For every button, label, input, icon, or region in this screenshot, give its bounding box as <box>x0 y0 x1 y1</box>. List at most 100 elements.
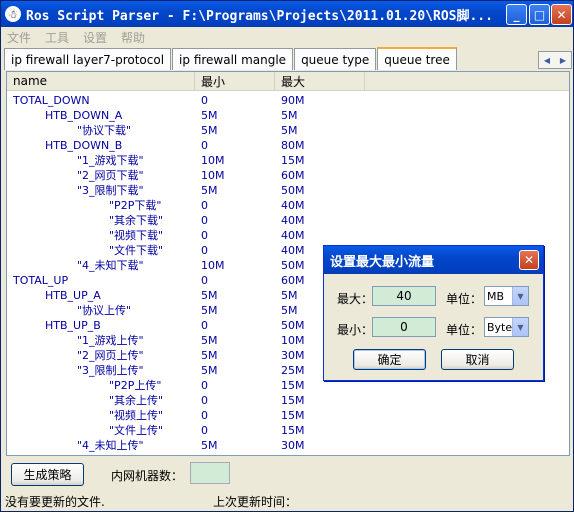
max-value-input[interactable]: 40 <box>372 286 436 306</box>
table-row[interactable]: "视频上传" 0 15M <box>7 408 569 423</box>
maximize-icon: □ <box>533 7 546 22</box>
chevron-down-icon[interactable]: ▼ <box>512 318 528 336</box>
minimize-button[interactable]: _ <box>506 4 527 25</box>
row-name: "协议下载" <box>77 124 132 137</box>
table-row[interactable]: "1_游戏下载" 10M 15M <box>7 153 569 168</box>
close-button[interactable]: ✕ <box>551 4 572 25</box>
table-row[interactable]: "P2P下载" 0 40M <box>7 198 569 213</box>
min-unit-select[interactable]: Byte ▼ <box>484 317 529 337</box>
table-row[interactable]: "视频下载" 0 40M <box>7 228 569 243</box>
column-header-empty <box>365 72 569 90</box>
row-max: 40M <box>281 199 305 212</box>
row-name: TOTAL_UP <box>13 274 69 287</box>
table-row[interactable]: "协议下载" 5M 5M <box>7 123 569 138</box>
row-max: 5M <box>281 109 298 122</box>
min-value-input[interactable]: 0 <box>372 317 436 337</box>
tab-strip: ip firewall layer7-protocol ip firewall … <box>4 47 458 70</box>
row-min: 0 <box>201 274 208 287</box>
row-max: 40M <box>281 214 305 227</box>
row-min: 5M <box>201 289 218 302</box>
chevron-down-icon[interactable]: ▼ <box>512 287 528 305</box>
ok-button[interactable]: 确定 <box>353 349 426 370</box>
row-name: "1_游戏上传" <box>77 334 144 347</box>
row-min: 10M <box>201 259 225 272</box>
table-row[interactable]: HTB_DOWN_B 0 80M <box>7 138 569 153</box>
list-header: name 最小 最大 <box>7 72 569 91</box>
maximize-button[interactable]: □ <box>529 4 550 25</box>
row-name: "3_限制下载" <box>77 184 144 197</box>
table-row[interactable]: "其余下载" 0 40M <box>7 213 569 228</box>
table-row[interactable]: "3_限制下载" 5M 50M <box>7 183 569 198</box>
row-name: "2_网页上传" <box>77 349 144 362</box>
close-icon: ✕ <box>523 253 535 267</box>
generate-policy-button[interactable]: 生成策略 <box>11 463 84 486</box>
menu-help[interactable]: 帮助 <box>121 29 145 46</box>
menu-bar: 文件 工具 设置 帮助 <box>1 27 573 47</box>
dialog-close-button[interactable]: ✕ <box>519 250 539 270</box>
table-row[interactable]: "4_未知上传" 5M 30M <box>7 438 569 453</box>
row-min: 0 <box>201 94 208 107</box>
tab-queue-tree[interactable]: queue tree <box>377 47 457 70</box>
row-name: "文件下载" <box>109 244 164 257</box>
tab-layer7-protocol[interactable]: ip firewall layer7-protocol <box>4 48 172 70</box>
row-max: 15M <box>281 409 305 422</box>
min-label: 最小： <box>337 323 374 337</box>
row-name: TOTAL_DOWN <box>13 94 90 107</box>
row-max: 15M <box>281 424 305 437</box>
row-min: 10M <box>201 154 225 167</box>
dialog-title-bar[interactable]: 设置最大最小流量 ✕ <box>324 246 543 274</box>
table-row[interactable]: HTB_DOWN_A 5M 5M <box>7 108 569 123</box>
row-min: 0 <box>201 199 208 212</box>
table-row[interactable]: "2_网页下载" 10M 60M <box>7 168 569 183</box>
row-name: "4_未知上传" <box>77 439 144 452</box>
close-icon: ✕ <box>556 7 567 22</box>
tab-firewall-mangle[interactable]: ip firewall mangle <box>172 48 294 70</box>
row-max: 5M <box>281 124 298 137</box>
row-name: "其余下载" <box>109 214 164 227</box>
title-bar[interactable]: ☃ Ros Script Parser - F:\Programs\Projec… <box>1 1 573 27</box>
menu-file[interactable]: 文件 <box>7 29 31 46</box>
min-unit-value: Byte <box>487 320 513 334</box>
max-label: 最大： <box>337 292 374 306</box>
app-icon: ☃ <box>5 6 21 22</box>
machine-count-input[interactable] <box>190 462 230 484</box>
row-name: "P2P下载" <box>109 199 162 212</box>
cancel-button[interactable]: 取消 <box>441 349 514 370</box>
table-row[interactable]: "文件上传" 0 15M <box>7 423 569 438</box>
window-title: Ros Script Parser - F:\Programs\Projects… <box>26 8 493 24</box>
row-name: "视频下载" <box>109 229 164 242</box>
table-row[interactable]: "其余上传" 0 15M <box>7 393 569 408</box>
row-min: 0 <box>201 319 208 332</box>
tab-scroll-buttons: ◀ ▶ <box>538 51 572 69</box>
row-min: 5M <box>201 364 218 377</box>
max-unit-select[interactable]: MB ▼ <box>484 286 529 306</box>
row-min: 5M <box>201 184 218 197</box>
row-name: "4_未知下载" <box>77 259 144 272</box>
row-max: 90M <box>281 94 305 107</box>
row-min: 0 <box>201 229 208 242</box>
row-min: 5M <box>201 439 218 452</box>
tab-scroll-right-icon[interactable]: ▶ <box>555 52 571 68</box>
status-message: 没有要更新的文件. <box>5 495 105 509</box>
row-min: 0 <box>201 214 208 227</box>
row-min: 5M <box>201 124 218 137</box>
row-min: 5M <box>201 334 218 347</box>
min-unit-label: 单位： <box>446 323 483 337</box>
column-header-name[interactable]: name <box>7 72 195 90</box>
row-min: 0 <box>201 424 208 437</box>
row-name: HTB_UP_B <box>45 319 101 332</box>
bandwidth-dialog: 设置最大最小流量 ✕ 最大： 40 单位： MB ▼ 最小： 0 单位： Byt… <box>323 245 544 381</box>
tab-scroll-left-icon[interactable]: ◀ <box>539 52 555 68</box>
table-row[interactable]: TOTAL_DOWN 0 90M <box>7 93 569 108</box>
menu-settings[interactable]: 设置 <box>83 29 107 46</box>
row-max: 40M <box>281 229 305 242</box>
row-name: HTB_DOWN_B <box>45 139 123 152</box>
tab-queue-type[interactable]: queue type <box>294 48 377 70</box>
row-max: 30M <box>281 439 305 452</box>
column-header-min[interactable]: 最小 <box>195 72 275 90</box>
column-header-max[interactable]: 最大 <box>275 72 365 90</box>
bottom-panel: 生成策略 内网机器数： 没有要更新的文件. 上次更新时间： <box>1 459 573 511</box>
row-name: "2_网页下载" <box>77 169 144 182</box>
row-min: 0 <box>201 394 208 407</box>
menu-tools[interactable]: 工具 <box>45 29 69 46</box>
